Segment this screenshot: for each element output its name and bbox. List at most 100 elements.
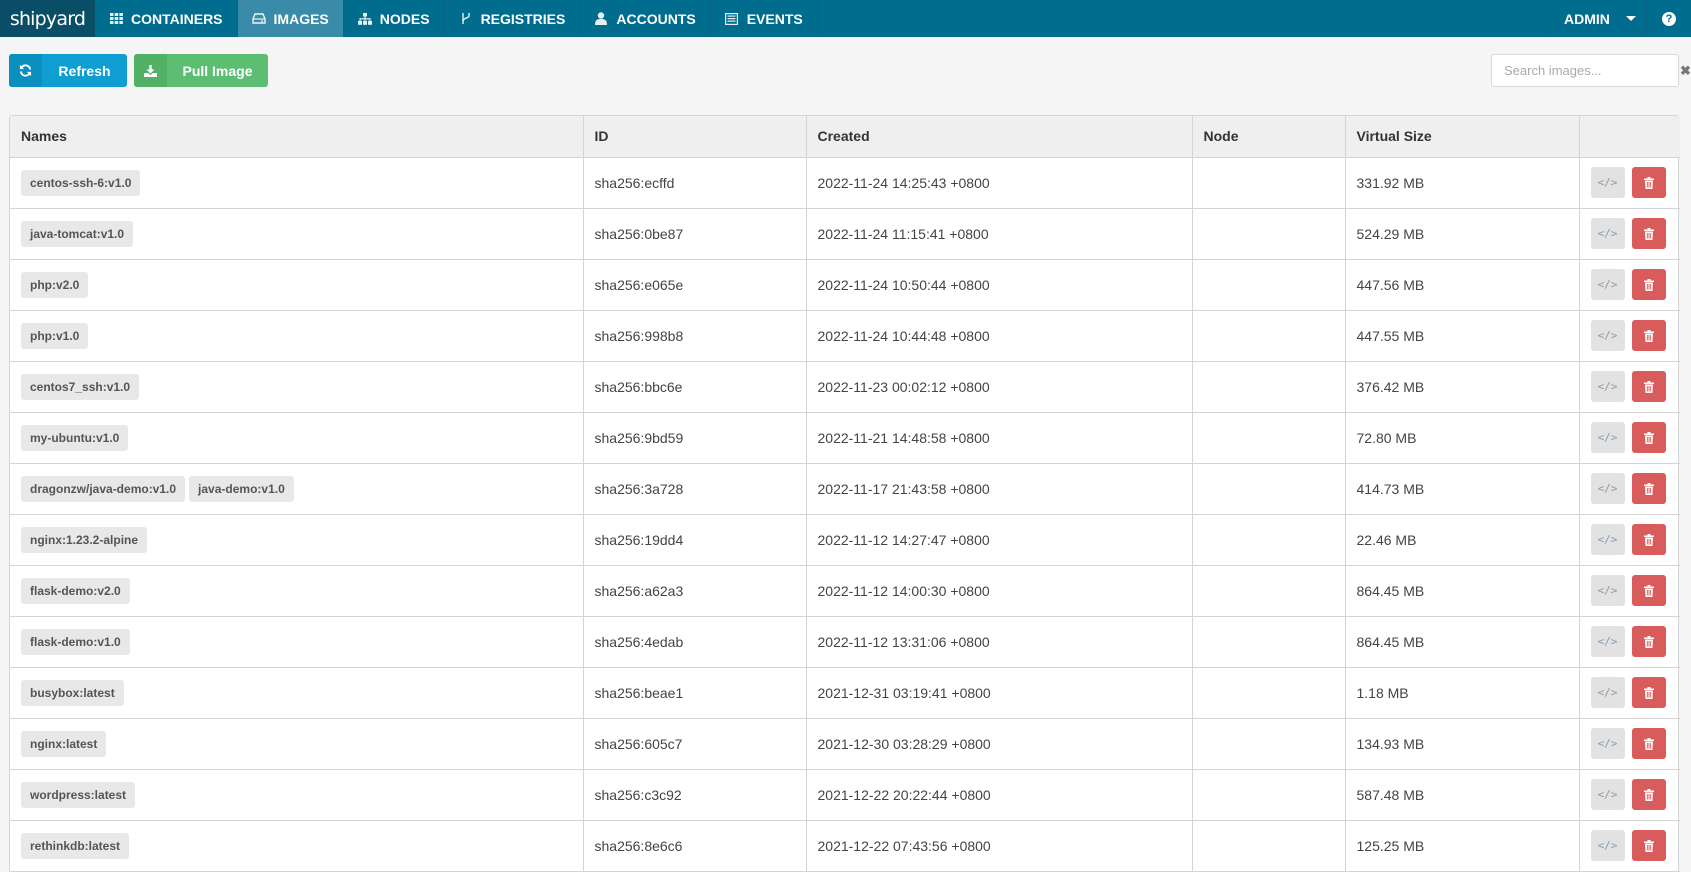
refresh-button[interactable]: Refresh (9, 54, 127, 87)
table-row: php:v2.0 sha256:e065e 2022-11-24 10:50:44 … (10, 259, 1680, 311)
pull-image-button[interactable]: Pull Image (134, 54, 268, 87)
inspect-button[interactable]: </> (1590, 779, 1625, 810)
cell-id: sha256:4edab (583, 616, 807, 668)
cell-virtual-size: 864.45 MB (1345, 565, 1580, 617)
cell-actions: </> (1579, 412, 1680, 464)
nav-images-label: IMAGES (273, 10, 329, 27)
inspect-button[interactable]: </> (1590, 269, 1625, 300)
cell-created: 2021-12-22 07:43:56 +0800 (806, 820, 1193, 872)
inspect-button[interactable]: </> (1590, 167, 1625, 198)
cell-created: 2022-11-21 14:48:58 +0800 (806, 412, 1193, 464)
inspect-button[interactable]: </> (1590, 830, 1625, 861)
delete-button[interactable] (1631, 677, 1666, 708)
cell-node (1192, 259, 1346, 311)
user-menu[interactable]: ADMIN (1549, 0, 1646, 37)
delete-button[interactable] (1631, 269, 1666, 300)
inspect-button[interactable]: </> (1590, 626, 1625, 657)
cell-created: 2022-11-12 14:00:30 +0800 (806, 565, 1193, 617)
table-row: my-ubuntu:v1.0 sha256:9bd59 2022-11-21 14:… (10, 412, 1680, 464)
code-icon: </> (1597, 380, 1618, 393)
cell-actions: </> (1579, 361, 1680, 413)
inspect-button[interactable]: </> (1590, 677, 1625, 708)
delete-button[interactable] (1631, 626, 1666, 657)
nav-containers[interactable]: CONTAINERS (95, 0, 238, 37)
cell-names: php:v1.0 (10, 310, 584, 362)
cell-names: java-tomcat:v1.0 (10, 208, 584, 260)
shipyard-logo[interactable]: shipyard (0, 0, 95, 37)
cell-id: sha256:8e6c6 (583, 820, 807, 872)
clear-search-icon[interactable]: ✖ (1680, 63, 1691, 79)
cell-actions: </> (1579, 718, 1680, 770)
delete-button[interactable] (1631, 473, 1666, 504)
delete-button[interactable] (1631, 320, 1666, 351)
delete-button[interactable] (1631, 575, 1666, 606)
fork-icon (459, 12, 473, 26)
sitemap-icon (357, 12, 372, 26)
image-tag-label: wordpress:latest (21, 781, 136, 808)
nav-images[interactable]: IMAGES (237, 0, 344, 37)
image-tag-label: php:v1.0 (21, 322, 89, 349)
images-table: Names ID Created Node Virtual Size cento… (9, 115, 1680, 872)
cell-created: 2022-11-23 00:02:12 +0800 (806, 361, 1193, 413)
trash-icon (1643, 329, 1654, 342)
table-row: centos-ssh-6:v1.0 sha256:ecffd 2022-11-24 … (10, 157, 1680, 209)
cell-id: sha256:beae1 (583, 667, 807, 719)
delete-button[interactable] (1631, 728, 1666, 759)
code-icon: </> (1597, 737, 1618, 750)
cell-node (1192, 667, 1346, 719)
table-row: nginx:latest sha256:605c7 2021-12-30 03:28… (10, 718, 1680, 770)
header-node[interactable]: Node (1192, 116, 1346, 158)
inspect-button[interactable]: </> (1590, 575, 1625, 606)
header-id[interactable]: ID (583, 116, 807, 158)
cell-names: rethinkdb:latest (10, 820, 584, 872)
nav-nodes-label: NODES (379, 10, 430, 27)
delete-button[interactable] (1631, 779, 1666, 810)
trash-icon (1643, 278, 1654, 291)
cell-virtual-size: 331.92 MB (1345, 157, 1580, 209)
nav-registries-label: REGISTRIES (480, 10, 566, 27)
code-icon: </> (1597, 176, 1618, 189)
nav-nodes[interactable]: NODES (344, 0, 445, 37)
trash-icon (1643, 584, 1654, 597)
header-virtual-size[interactable]: Virtual Size (1345, 116, 1580, 158)
delete-button[interactable] (1631, 167, 1666, 198)
cell-virtual-size: 587.48 MB (1345, 769, 1580, 821)
header-created[interactable]: Created (806, 116, 1193, 158)
cell-names: my-ubuntu:v1.0 (10, 412, 584, 464)
nav-accounts[interactable]: ACCOUNTS (580, 0, 711, 37)
delete-button[interactable] (1631, 830, 1666, 861)
nav-registries[interactable]: REGISTRIES (445, 0, 581, 37)
nav-events[interactable]: EVENTS (711, 0, 818, 37)
delete-button[interactable] (1631, 524, 1666, 555)
inspect-button[interactable]: </> (1590, 524, 1625, 555)
inspect-button[interactable]: </> (1590, 728, 1625, 759)
cell-node (1192, 514, 1346, 566)
inspect-button[interactable]: </> (1590, 422, 1625, 453)
cell-actions: </> (1579, 667, 1680, 719)
cell-created: 2022-11-12 13:31:06 +0800 (806, 616, 1193, 668)
image-tag-label: centos-ssh-6:v1.0 (21, 169, 141, 196)
image-tag-label: my-ubuntu:v1.0 (21, 424, 129, 451)
help-button[interactable]: ? (1646, 0, 1691, 37)
header-names[interactable]: Names (10, 116, 584, 158)
image-tag-label: java-tomcat:v1.0 (21, 220, 134, 247)
cell-virtual-size: 414.73 MB (1345, 463, 1580, 515)
inspect-button[interactable]: </> (1590, 320, 1625, 351)
inspect-button[interactable]: </> (1590, 218, 1625, 249)
cell-node (1192, 565, 1346, 617)
cell-id: sha256:c3c92 (583, 769, 807, 821)
delete-button[interactable] (1631, 218, 1666, 249)
inspect-button[interactable]: </> (1590, 473, 1625, 504)
cell-id: sha256:19dd4 (583, 514, 807, 566)
delete-button[interactable] (1631, 422, 1666, 453)
search-input[interactable] (1492, 63, 1680, 78)
image-tag-label: flask-demo:v2.0 (21, 577, 130, 604)
inspect-button[interactable]: </> (1590, 371, 1625, 402)
cell-node (1192, 769, 1346, 821)
cell-names: centos7_ssh:v1.0 (10, 361, 584, 413)
delete-button[interactable] (1631, 371, 1666, 402)
cell-names: flask-demo:v1.0 (10, 616, 584, 668)
cell-created: 2022-11-24 11:15:41 +0800 (806, 208, 1193, 260)
cell-names: flask-demo:v2.0 (10, 565, 584, 617)
trash-icon (1643, 431, 1654, 444)
